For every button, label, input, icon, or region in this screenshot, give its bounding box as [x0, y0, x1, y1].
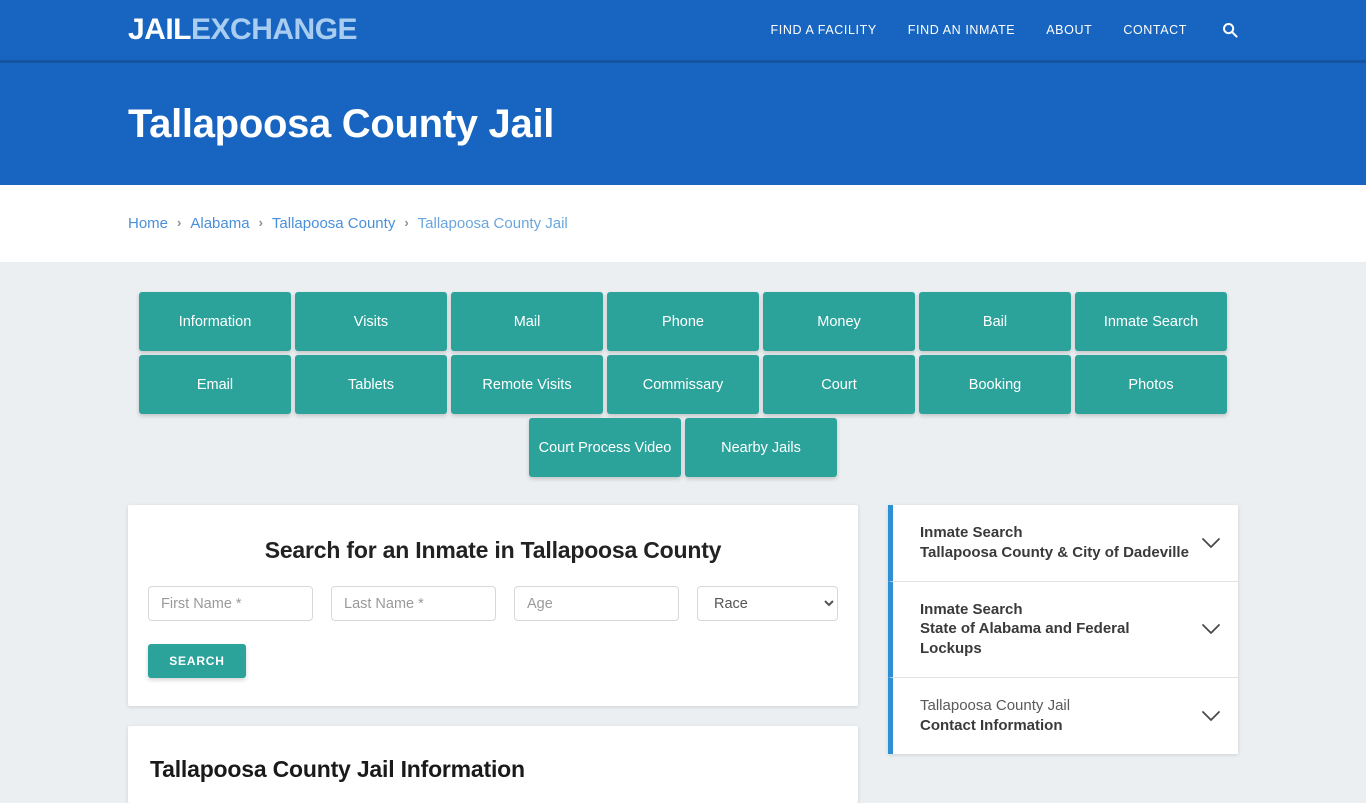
section-button-court-process-video[interactable]: Court Process Video	[529, 418, 681, 477]
accordion-item-inmate-search-state[interactable]: Inmate Search State of Alabama and Feder…	[888, 581, 1238, 678]
sidebar-column: Inmate Search Tallapoosa County & City o…	[888, 505, 1238, 754]
section-button-information[interactable]: Information	[139, 292, 291, 351]
logo-text-exchange: EXCHANGE	[191, 13, 358, 46]
inmate-search-card: Search for an Inmate in Tallapoosa Count…	[128, 505, 858, 706]
content-columns: Search for an Inmate in Tallapoosa Count…	[128, 505, 1238, 803]
chevron-down-icon	[1200, 618, 1222, 640]
accordion-item-line1: Inmate Search	[920, 600, 1023, 618]
sidebar-accordion: Inmate Search Tallapoosa County & City o…	[888, 505, 1238, 754]
nav-find-a-facility[interactable]: FIND A FACILITY	[771, 23, 877, 37]
breadcrumb-item-home[interactable]: Home	[128, 215, 168, 232]
chevron-right-icon: ›	[258, 215, 263, 230]
search-submit-button[interactable]: SEARCH	[148, 644, 246, 678]
accordion-item-line2: State of Alabama and Federal Lockups	[920, 620, 1130, 658]
accordion-item-text: Inmate Search State of Alabama and Feder…	[920, 600, 1200, 659]
breadcrumb-item-alabama[interactable]: Alabama	[190, 215, 249, 232]
breadcrumb-band: Home › Alabama › Tallapoosa County › Tal…	[0, 185, 1366, 262]
nav-contact[interactable]: CONTACT	[1123, 23, 1187, 37]
breadcrumb: Home › Alabama › Tallapoosa County › Tal…	[128, 215, 568, 232]
section-button-booking[interactable]: Booking	[919, 355, 1071, 414]
section-button-bail[interactable]: Bail	[919, 292, 1071, 351]
facility-section-button-grid: Information Visits Mail Phone Money Bail…	[128, 292, 1238, 477]
section-button-inmate-search[interactable]: Inmate Search	[1075, 292, 1227, 351]
last-name-input[interactable]	[331, 586, 496, 621]
accordion-item-line2: Contact Information	[920, 716, 1063, 734]
jail-information-card: Tallapoosa County Jail Information	[128, 726, 858, 803]
jail-information-heading: Tallapoosa County Jail Information	[150, 756, 525, 782]
page-body: Information Visits Mail Phone Money Bail…	[0, 262, 1366, 803]
section-button-commissary[interactable]: Commissary	[607, 355, 759, 414]
logo-text-jail: JAIL	[128, 13, 192, 46]
chevron-down-icon	[1200, 705, 1222, 727]
section-button-mail[interactable]: Mail	[451, 292, 603, 351]
section-button-money[interactable]: Money	[763, 292, 915, 351]
first-name-input[interactable]	[148, 586, 313, 621]
accordion-item-text: Tallapoosa County Jail Contact Informati…	[920, 696, 1200, 736]
accordion-item-contact-information[interactable]: Tallapoosa County Jail Contact Informati…	[888, 677, 1238, 754]
search-icon	[1223, 23, 1238, 38]
breadcrumb-item-tallapoosa-county[interactable]: Tallapoosa County	[272, 215, 395, 232]
accordion-item-line2: Tallapoosa County & City of Dadeville	[920, 543, 1189, 561]
age-input[interactable]	[514, 586, 679, 621]
accordion-item-inmate-search-county[interactable]: Inmate Search Tallapoosa County & City o…	[888, 505, 1238, 582]
main-navigation: FIND A FACILITY FIND AN INMATE ABOUT CON…	[771, 22, 1238, 38]
inmate-search-heading: Search for an Inmate in Tallapoosa Count…	[264, 537, 722, 563]
page-title: Tallapoosa County Jail	[128, 102, 555, 146]
accordion-item-text: Inmate Search Tallapoosa County & City o…	[920, 523, 1200, 563]
accordion-item-line1: Tallapoosa County Jail	[920, 697, 1071, 715]
chevron-down-icon	[1200, 532, 1222, 554]
breadcrumb-item-current: Tallapoosa County Jail	[417, 215, 568, 232]
accordion-item-line1: Inmate Search	[920, 524, 1023, 541]
section-button-visits[interactable]: Visits	[295, 292, 447, 351]
site-logo[interactable]: JAILEXCHANGE	[128, 13, 358, 46]
section-button-photos[interactable]: Photos	[1075, 355, 1227, 414]
section-button-phone[interactable]: Phone	[607, 292, 759, 351]
section-button-tablets[interactable]: Tablets	[295, 355, 447, 414]
section-button-remote-visits[interactable]: Remote Visits	[451, 355, 603, 414]
site-header: JAILEXCHANGE FIND A FACILITY FIND AN INM…	[0, 0, 1366, 63]
nav-find-an-inmate[interactable]: FIND AN INMATE	[908, 23, 1015, 37]
header-search-button[interactable]	[1222, 22, 1238, 38]
race-select[interactable]: Race	[697, 586, 838, 621]
section-button-nearby-jails[interactable]: Nearby Jails	[685, 418, 837, 477]
nav-about[interactable]: ABOUT	[1046, 23, 1092, 37]
hero-band: Tallapoosa County Jail	[0, 63, 1366, 185]
section-button-row-3: Court Process Video Nearby Jails	[128, 418, 1238, 477]
section-button-court[interactable]: Court	[763, 355, 915, 414]
main-column: Search for an Inmate in Tallapoosa Count…	[128, 505, 858, 803]
inmate-search-fields: Race	[148, 586, 838, 621]
chevron-right-icon: ›	[177, 215, 182, 230]
section-button-email[interactable]: Email	[139, 355, 291, 414]
chevron-right-icon: ›	[404, 215, 409, 230]
